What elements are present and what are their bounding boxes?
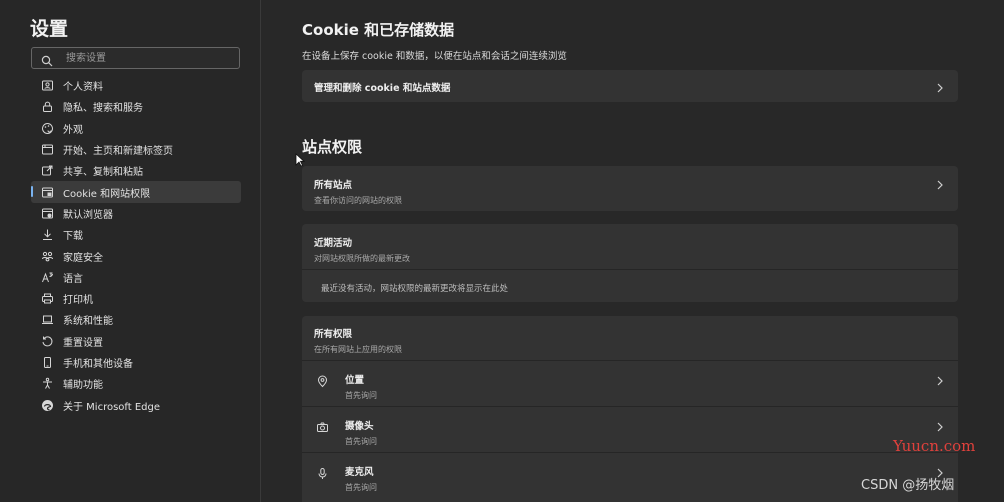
watermark-csdn: CSDN @扬牧烟 [861,478,955,493]
recent-activity-empty: 最近没有活动，网站权限的最新更改将显示在此处 [321,284,509,294]
sidebar-item-label: 关于 Microsoft Edge [63,401,161,413]
all-sites-subtitle: 查看你访问的网站的权限 [314,196,402,205]
chevron-right-icon [936,418,944,437]
settings-window: 设置 个人资料 隐私、搜索和服务 [0,0,1004,502]
sidebar-item-cookies-permissions[interactable]: Cookie 和网站权限 [31,181,241,203]
sidebar-item-reset[interactable]: 重置设置 [31,331,241,352]
sidebar-item-default-browser[interactable]: 默认浏览器 [31,203,241,224]
location-icon [316,373,329,392]
sidebar-item-family[interactable]: 家庭安全 [31,245,241,266]
default-browser-icon [40,206,54,220]
download-icon [40,228,54,242]
divider [302,269,958,270]
laptop-icon [40,313,54,327]
sidebar-item-printers[interactable]: 打印机 [31,288,241,309]
permission-title: 麦克风 [345,467,374,478]
sidebar-item-label: 下载 [63,231,83,243]
sidebar-title: 设置 [30,18,69,40]
sidebar-item-label: 重置设置 [63,337,103,349]
site-permissions-icon [40,185,54,199]
sidebar-item-label: 辅助功能 [63,380,103,392]
sidebar-item-devices[interactable]: 手机和其他设备 [31,352,241,373]
all-sites-title: 所有站点 [314,180,353,191]
all-sites-text: 所有站点 查看你访问的网站的权限 [314,177,402,206]
phone-icon [40,356,54,370]
permission-row-location[interactable]: 位置 首先询问 [302,360,958,406]
mouse-cursor-icon [295,152,306,171]
all-permissions-card: 所有权限 在所有网站上应用的权限 位置 首先询问 摄像头 首先询问 麦克风 首先… [302,316,958,502]
edge-icon [40,398,54,412]
cookies-section-title: Cookie 和已存储数据 [302,21,455,39]
all-permissions-title: 所有权限 [314,329,353,340]
printer-icon [40,292,54,306]
sidebar-item-downloads[interactable]: 下载 [31,224,241,245]
permission-title: 摄像头 [345,421,374,432]
microphone-icon [316,465,329,484]
sidebar-item-label: 开始、主页和新建标签页 [63,146,173,158]
permission-value: 首先询问 [345,483,377,492]
settings-nav: 个人资料 隐私、搜索和服务 外观 开始、主页和新建标签页 共享、复制和粘贴 Co… [31,75,241,416]
sidebar-item-label: 语言 [63,273,83,285]
manage-cookies-label: 管理和删除 cookie 和站点数据 [314,83,451,94]
sidebar-item-label: 家庭安全 [63,252,103,264]
all-permissions-subtitle: 在所有网站上应用的权限 [314,345,402,354]
profile-icon [40,79,54,93]
sidebar: 设置 个人资料 隐私、搜索和服务 [0,0,261,502]
watermark-yuucn: Yuucn.com [893,437,976,455]
sidebar-item-label: 系统和性能 [63,316,113,328]
sidebar-item-label: 共享、复制和粘贴 [63,167,143,179]
permission-row-camera[interactable]: 摄像头 首先询问 [302,406,958,452]
sidebar-item-system[interactable]: 系统和性能 [31,309,241,330]
search-icon [41,52,53,71]
sidebar-item-label: 个人资料 [63,82,103,94]
camera-icon [316,419,329,438]
reset-icon [40,334,54,348]
all-sites-row[interactable]: 所有站点 查看你访问的网站的权限 [302,166,958,211]
permission-title: 位置 [345,375,365,386]
chevron-right-icon [936,372,944,391]
sidebar-item-language[interactable]: 语言 [31,267,241,288]
sidebar-item-appearance[interactable]: 外观 [31,118,241,139]
recent-activity-card: 近期活动 对网站权限所做的最新更改 最近没有活动，网站权限的最新更改将显示在此处 [302,224,958,302]
lock-icon [40,100,54,114]
cookies-section-description: 在设备上保存 cookie 和数据，以便在站点和会话之间连续浏览 [302,51,567,62]
sidebar-item-accessibility[interactable]: 辅助功能 [31,373,241,394]
permission-value: 首先询问 [345,391,377,400]
sidebar-item-label: 打印机 [63,295,93,307]
sidebar-item-label: 默认浏览器 [63,209,113,221]
sidebar-item-label: 隐私、搜索和服务 [63,103,143,115]
permission-value: 首先询问 [345,437,377,446]
share-icon [40,164,54,178]
chevron-right-icon [936,79,944,98]
recent-activity-text: 近期活动 对网站权限所做的最新更改 [314,235,410,264]
manage-cookies-row[interactable]: 管理和删除 cookie 和站点数据 [302,70,958,102]
accessibility-icon [40,377,54,391]
sidebar-item-profile[interactable]: 个人资料 [31,75,241,96]
sidebar-item-start-home[interactable]: 开始、主页和新建标签页 [31,139,241,160]
recent-activity-subtitle: 对网站权限所做的最新更改 [314,254,410,263]
main-content: Cookie 和已存储数据 在设备上保存 cookie 和数据，以便在站点和会话… [262,0,1004,502]
all-permissions-header: 所有权限 在所有网站上应用的权限 [302,316,958,360]
language-icon [40,270,54,284]
sidebar-item-label: 手机和其他设备 [63,359,133,370]
sidebar-item-about[interactable]: 关于 Microsoft Edge [31,394,241,415]
search-input[interactable] [66,49,231,67]
permission-row-microphone[interactable]: 麦克风 首先询问 [302,452,958,498]
appearance-icon [40,121,54,135]
recent-activity-title: 近期活动 [314,238,353,249]
home-tab-icon [40,143,54,157]
permissions-section-title: 站点权限 [302,138,363,156]
sidebar-item-share[interactable]: 共享、复制和粘贴 [31,160,241,181]
sidebar-item-label: 外观 [63,124,83,136]
search-box[interactable] [31,47,240,69]
chevron-right-icon [936,176,944,195]
sidebar-item-privacy[interactable]: 隐私、搜索和服务 [31,96,241,117]
family-icon [40,249,54,263]
sidebar-item-label: Cookie 和网站权限 [63,188,151,200]
